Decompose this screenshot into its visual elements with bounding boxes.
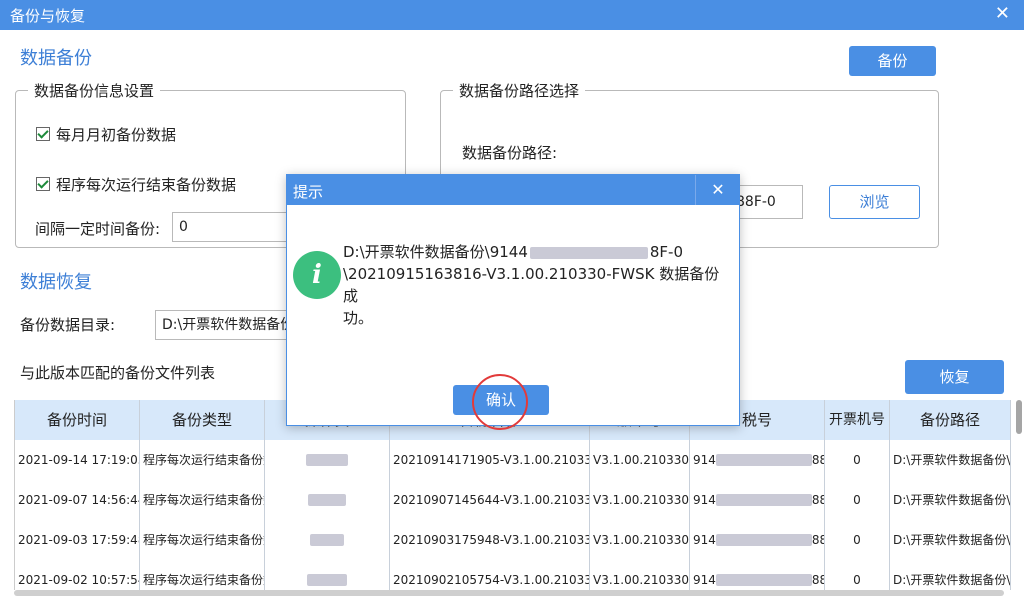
- cell-type: 程序每次运行结束备份数: [140, 560, 265, 590]
- backup-dir-input[interactable]: D:\开票软件数据备份: [155, 310, 290, 340]
- cell-version: V3.1.00.210330: [590, 480, 690, 520]
- monthly-backup-label: 每月月初备份数据: [56, 126, 177, 144]
- cell-operator-redacted: [265, 440, 390, 480]
- cell-machine: 0: [825, 560, 890, 590]
- cell-version: V3.1.00.210330: [590, 560, 690, 590]
- horizontal-scrollbar[interactable]: [14, 590, 1004, 596]
- backup-dir-label: 备份数据目录:: [20, 316, 116, 334]
- close-icon[interactable]: ✕: [995, 3, 1010, 24]
- on-exit-backup-label: 程序每次运行结束备份数据: [56, 176, 237, 194]
- col-header-time[interactable]: 备份时间: [15, 400, 140, 440]
- interval-input[interactable]: 0: [172, 212, 288, 242]
- cell-name: 20210907145644-V3.1.00.210330-F: [390, 480, 590, 520]
- monthly-backup-checkbox[interactable]: 每月月初备份数据: [36, 124, 176, 145]
- cell-name: 20210903175948-V3.1.00.210330-F: [390, 520, 590, 560]
- cell-path: D:\开票软件数据备份\: [890, 560, 1011, 590]
- dialog-message: D:\开票软件数据备份\9144 8F-0 \20210915163816-V3.…: [343, 243, 720, 327]
- backup-file-table: 备份时间 备份类型 操作员 备份名称 版本号 税号 开票机号 备份路径 2021…: [14, 400, 1011, 590]
- cell-machine: 0: [825, 480, 890, 520]
- cell-version: V3.1.00.210330: [590, 440, 690, 480]
- cell-time: 2021-09-14 17:19:05: [15, 440, 140, 480]
- interval-label: 间隔一定时间备份:: [35, 220, 161, 238]
- on-exit-backup-checkbox[interactable]: 程序每次运行结束备份数据: [36, 174, 236, 195]
- cell-time: 2021-09-02 10:57:54: [15, 560, 140, 590]
- dialog-titlebar: 提示 ✕: [287, 175, 739, 205]
- confirm-button[interactable]: 确认: [453, 385, 549, 415]
- close-icon[interactable]: ✕: [695, 175, 740, 205]
- restore-button[interactable]: 恢复: [905, 360, 1004, 394]
- table-row[interactable]: 2021-09-02 10:57:54 程序每次运行结束备份数 20210902…: [15, 560, 1011, 590]
- cell-machine: 0: [825, 440, 890, 480]
- cell-time: 2021-09-07 14:56:44: [15, 480, 140, 520]
- cell-type: 程序每次运行结束备份数: [140, 520, 265, 560]
- cell-time: 2021-09-03 17:59:48: [15, 520, 140, 560]
- cell-path: D:\开票软件数据备份\: [890, 480, 1011, 520]
- cell-path: D:\开票软件数据备份\: [890, 440, 1011, 480]
- backup-section-title: 数据备份: [20, 48, 92, 69]
- cell-type: 程序每次运行结束备份数: [140, 440, 265, 480]
- backup-path-label: 数据备份路径:: [462, 144, 558, 162]
- backup-path-legend: 数据备份路径选择: [459, 82, 580, 100]
- window-titlebar: 备份与恢复 ✕: [0, 0, 1024, 30]
- vertical-scrollbar[interactable]: [1016, 400, 1022, 434]
- cell-tax-id: 91488F: [690, 480, 825, 520]
- restore-section-title: 数据恢复: [20, 272, 92, 293]
- col-header-type[interactable]: 备份类型: [140, 400, 265, 440]
- table-row[interactable]: 2021-09-03 17:59:48 程序每次运行结束备份数 20210903…: [15, 520, 1011, 561]
- backup-button[interactable]: 备份: [849, 46, 936, 76]
- dialog-title: 提示: [293, 183, 324, 201]
- cell-operator-redacted: [265, 560, 390, 590]
- col-header-path[interactable]: 备份路径: [890, 400, 1011, 440]
- cell-tax-id: 91488F: [690, 560, 825, 590]
- cell-name: 20210914171905-V3.1.00.210330-F: [390, 440, 590, 480]
- browse-button[interactable]: 浏览: [829, 185, 920, 219]
- cell-type: 程序每次运行结束备份数: [140, 480, 265, 520]
- info-dialog: 提示 ✕ i D:\开票软件数据备份\9144 8F-0 \20210915163…: [286, 174, 740, 426]
- backup-list-title: 与此版本匹配的备份文件列表: [20, 364, 216, 382]
- cell-machine: 0: [825, 520, 890, 560]
- table-row[interactable]: 2021-09-07 14:56:44 程序每次运行结束备份数 20210907…: [15, 480, 1011, 521]
- window-title: 备份与恢复: [10, 7, 86, 25]
- cell-tax-id: 91488F: [690, 520, 825, 560]
- cell-operator-redacted: [265, 520, 390, 560]
- col-header-machine[interactable]: 开票机号: [825, 400, 890, 440]
- backup-info-legend: 数据备份信息设置: [34, 82, 155, 100]
- cell-path: D:\开票软件数据备份\: [890, 520, 1011, 560]
- cell-tax-id: 91488F: [690, 440, 825, 480]
- checkbox-checked-icon: [36, 127, 50, 141]
- checkbox-checked-icon: [36, 177, 50, 191]
- cell-version: V3.1.00.210330: [590, 520, 690, 560]
- info-icon: i: [293, 251, 341, 299]
- cell-name: 20210902105754-V3.1.00.210330-F: [390, 560, 590, 590]
- cell-operator-redacted: [265, 480, 390, 520]
- table-row[interactable]: 2021-09-14 17:19:05 程序每次运行结束备份数 20210914…: [15, 440, 1011, 481]
